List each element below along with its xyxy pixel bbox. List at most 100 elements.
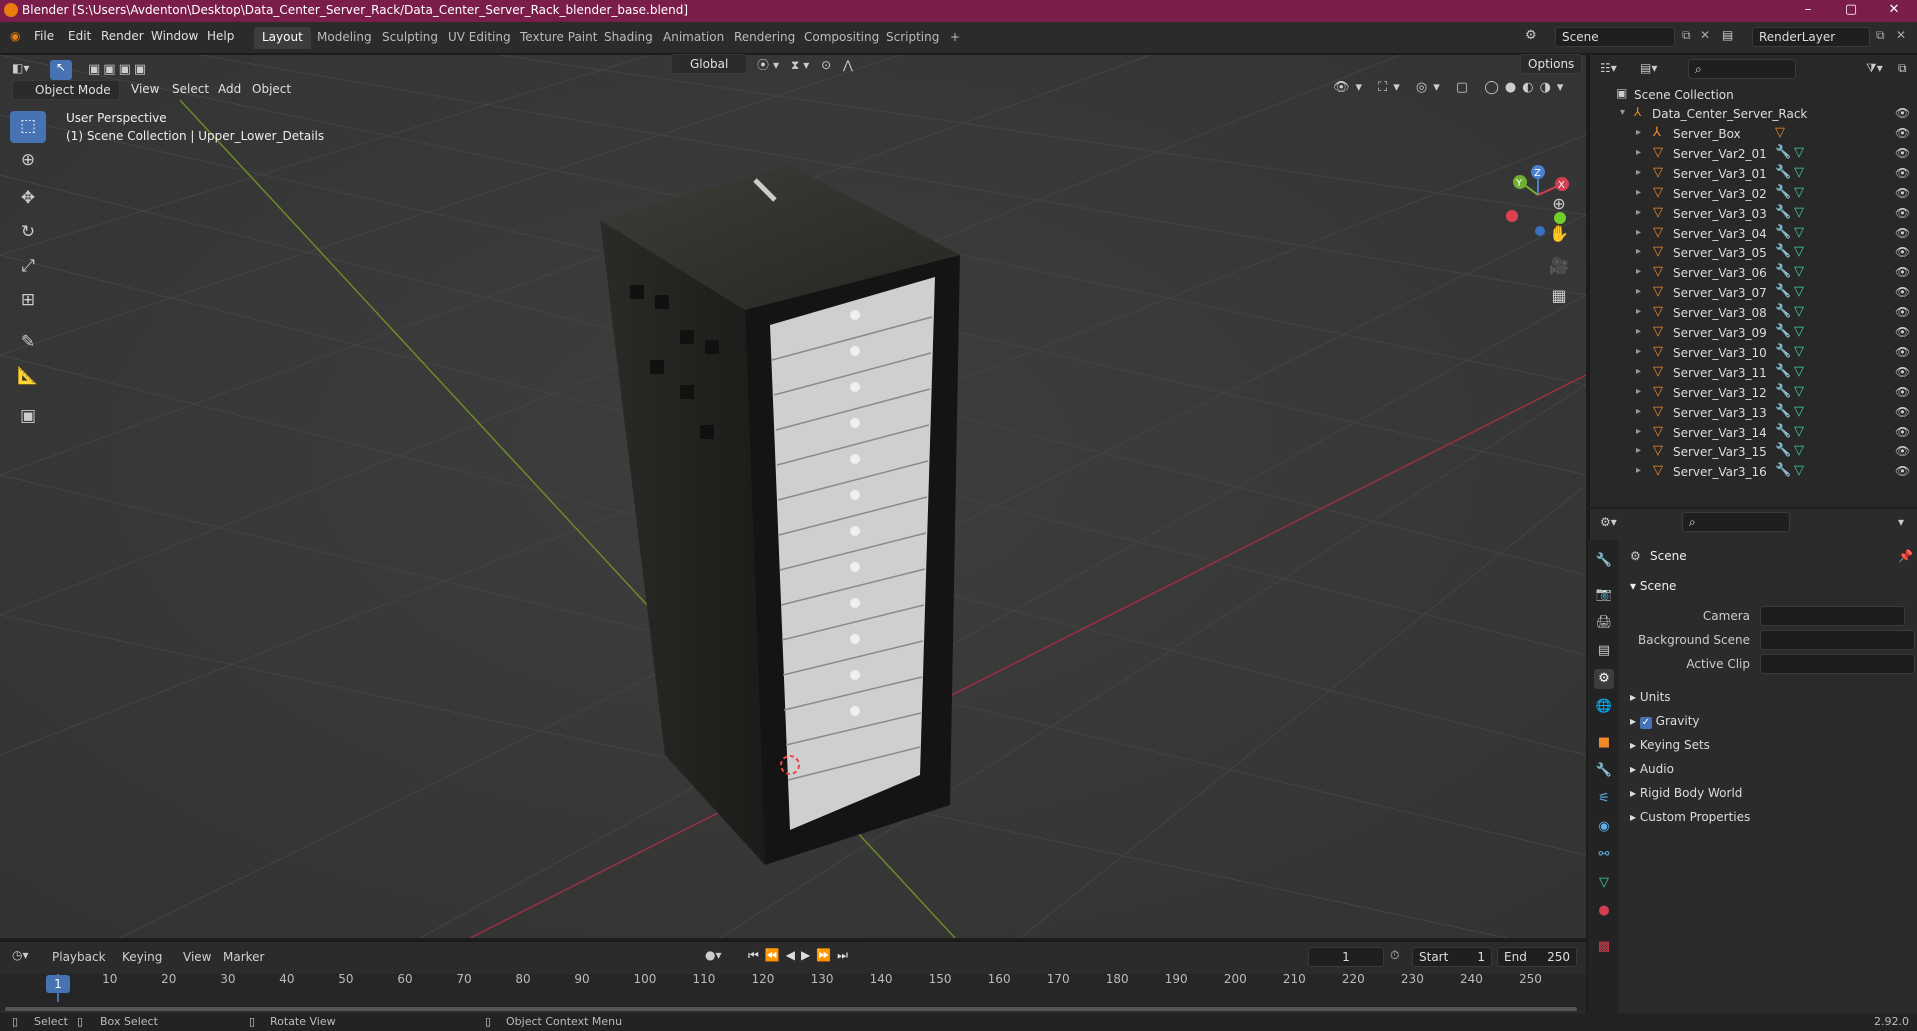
modifier-wrench-icon[interactable]: 🔧	[1775, 404, 1791, 419]
expand-chevron-icon[interactable]: ▸	[1636, 227, 1641, 238]
mesh-data-icon[interactable]: ▽	[1794, 463, 1804, 478]
annotate-tool-icon[interactable]: ✎	[10, 327, 46, 359]
visibility-eye-icon[interactable]: 👁	[1895, 325, 1910, 339]
camera-view-icon[interactable]: 🎥	[1545, 252, 1573, 280]
display-mode-icon[interactable]: ▤▾	[1640, 61, 1657, 75]
menu-help[interactable]: Help	[207, 29, 234, 43]
start-frame-field[interactable]: Start 1	[1412, 947, 1492, 967]
modifier-wrench-icon[interactable]: 🔧	[1775, 185, 1791, 200]
outliner-row[interactable]: ▸ ▽ Server_Var3_09 🔧 ▽ 👁	[1590, 323, 1917, 343]
outliner-row[interactable]: ▸ ▽ Server_Var3_12 🔧 ▽ 👁	[1590, 383, 1917, 403]
visibility-eye-icon[interactable]: 👁	[1895, 126, 1910, 140]
minimize-button[interactable]: –	[1785, 0, 1831, 22]
expand-chevron-icon[interactable]: ▸	[1636, 386, 1641, 397]
viewport-shading-icons[interactable]: 👁▾ ⛶▾ ◎▾ ▢ ◯●◐◑▾	[1333, 80, 1569, 95]
workspace-tab-modeling[interactable]: Modeling	[309, 27, 380, 49]
expand-chevron-icon[interactable]: ▸	[1636, 246, 1641, 257]
scene-name-field[interactable]: Scene	[1555, 27, 1675, 47]
expand-chevron-icon[interactable]: ▸	[1636, 306, 1641, 317]
audio-section[interactable]: ▸ Audio	[1630, 762, 1674, 776]
preview-range-icon[interactable]: ⏱	[1390, 948, 1399, 963]
modifier-wrench-icon[interactable]: 🔧	[1775, 225, 1791, 240]
visibility-eye-icon[interactable]: 👁	[1895, 405, 1910, 419]
timeline-menu-marker[interactable]: Marker	[223, 950, 264, 964]
modifier-wrench-icon[interactable]: 🔧	[1775, 364, 1791, 379]
expand-chevron-icon[interactable]: ▸	[1636, 147, 1641, 158]
end-frame-field[interactable]: End 250	[1497, 947, 1577, 967]
workspace-tab-shading[interactable]: Shading	[596, 27, 661, 49]
menu-render[interactable]: Render	[101, 29, 144, 43]
timeline-menu-view[interactable]: View	[183, 950, 211, 964]
keying-sets-section[interactable]: ▸ Keying Sets	[1630, 738, 1710, 752]
mesh-data-icon[interactable]: ▽	[1794, 225, 1804, 240]
render-tab-icon[interactable]: 📷	[1594, 585, 1614, 605]
outliner-row[interactable]: ▸ ⅄ Server_Box ▽ 👁	[1590, 124, 1917, 144]
outliner-row[interactable]: ▸ ▽ Server_Var3_10 🔧 ▽ 👁	[1590, 343, 1917, 363]
menu-file[interactable]: File	[34, 29, 54, 43]
expand-chevron-icon[interactable]: ▸	[1636, 426, 1641, 437]
visibility-eye-icon[interactable]: 👁	[1895, 245, 1910, 259]
custom-properties-section[interactable]: ▸ Custom Properties	[1630, 810, 1750, 824]
modifier-tab-icon[interactable]: 🔧	[1594, 761, 1614, 781]
mesh-data-icon[interactable]: ▽	[1794, 384, 1804, 399]
expand-chevron-icon[interactable]: ▾	[1620, 107, 1625, 118]
options-dropdown[interactable]: Options	[1520, 54, 1582, 74]
workspace-tab-layout[interactable]: Layout	[254, 27, 311, 49]
pin-icon[interactable]: 📌	[1898, 549, 1913, 563]
visibility-eye-icon[interactable]: 👁	[1895, 146, 1910, 160]
properties-search-field[interactable]: ⌕	[1682, 512, 1790, 532]
workspace-tab-rendering[interactable]: Rendering	[726, 27, 803, 49]
new-collection-icon[interactable]: ⧉	[1898, 61, 1907, 76]
visibility-eye-icon[interactable]: 👁	[1895, 385, 1910, 399]
menu-window[interactable]: Window	[151, 29, 198, 43]
properties-editor-type-icon[interactable]: ⚙▾	[1600, 515, 1617, 529]
scene-panel-header[interactable]: ▾ Scene	[1630, 579, 1676, 593]
expand-chevron-icon[interactable]: ▸	[1636, 286, 1641, 297]
modifier-wrench-icon[interactable]: 🔧	[1775, 443, 1791, 458]
transform-orientation-dropdown[interactable]: Global	[671, 54, 747, 74]
visibility-eye-icon[interactable]: 👁	[1895, 285, 1910, 299]
modifier-wrench-icon[interactable]: 🔧	[1775, 344, 1791, 359]
mesh-data-icon[interactable]: ▽	[1794, 443, 1804, 458]
visibility-eye-icon[interactable]: 👁	[1895, 365, 1910, 379]
mesh-data-icon[interactable]: ▽	[1794, 244, 1804, 259]
outliner-row[interactable]: ▸ ▽ Server_Var3_15 🔧 ▽ 👁	[1590, 442, 1917, 462]
expand-chevron-icon[interactable]: ▸	[1636, 187, 1641, 198]
delete-view-layer-icon[interactable]: ✕	[1896, 28, 1906, 42]
visibility-eye-icon[interactable]: 👁	[1895, 186, 1910, 200]
particles-tab-icon[interactable]: ⚟	[1594, 789, 1614, 809]
properties-options-icon[interactable]: ▾	[1898, 515, 1904, 529]
ortho-grid-icon[interactable]: ▦	[1545, 282, 1573, 310]
camera-field[interactable]	[1760, 606, 1905, 626]
new-view-layer-icon[interactable]: ⧉	[1876, 28, 1885, 43]
outliner-row[interactable]: ▸ ▽ Server_Var3_01 🔧 ▽ 👁	[1590, 164, 1917, 184]
modifier-wrench-icon[interactable]: 🔧	[1775, 205, 1791, 220]
expand-chevron-icon[interactable]: ▸	[1636, 266, 1641, 277]
playback-controls-icons[interactable]: ⏮⏪◀▶⏩⏭	[748, 948, 854, 963]
view-layer-tab-icon[interactable]: ▤	[1594, 641, 1614, 661]
active-clip-field[interactable]	[1760, 654, 1915, 674]
gravity-checkbox[interactable]: ✓	[1639, 717, 1652, 729]
maximize-button[interactable]: ▢	[1828, 0, 1874, 22]
expand-chevron-icon[interactable]: ▸	[1636, 346, 1641, 357]
outliner-row[interactable]: ▸ ▽ Server_Var3_13 🔧 ▽ 👁	[1590, 403, 1917, 423]
visibility-eye-icon[interactable]: 👁	[1895, 226, 1910, 240]
expand-chevron-icon[interactable]: ▸	[1636, 366, 1641, 377]
view-layer-icon[interactable]: ▤	[1722, 28, 1733, 42]
workspace-tab-scripting[interactable]: Scripting	[878, 27, 947, 49]
visibility-eye-icon[interactable]: 👁	[1895, 464, 1910, 478]
viewport-menu-view[interactable]: View	[131, 82, 159, 96]
mesh-data-icon[interactable]: ▽	[1794, 364, 1804, 379]
outliner-editor-type-icon[interactable]: ☷▾	[1600, 61, 1617, 75]
outliner-row[interactable]: ▸ ▽ Server_Var3_04 🔧 ▽ 👁	[1590, 224, 1917, 244]
menu-edit[interactable]: Edit	[68, 29, 91, 43]
mesh-data-icon[interactable]: ▽	[1794, 324, 1804, 339]
outliner-row[interactable]: ▸ ▽ Server_Var3_05 🔧 ▽ 👁	[1590, 243, 1917, 263]
mesh-data-icon[interactable]: ▽	[1794, 165, 1804, 180]
modifier-wrench-icon[interactable]: 🔧	[1775, 145, 1791, 160]
outliner-row[interactable]: ▸ ▽ Server_Var3_02 🔧 ▽ 👁	[1590, 184, 1917, 204]
scene-selector-icon[interactable]: ⚙	[1525, 28, 1537, 43]
constraints-tab-icon[interactable]: ⚯	[1594, 845, 1614, 865]
modifier-wrench-icon[interactable]: 🔧	[1775, 463, 1791, 478]
timeline-scrollbar[interactable]	[5, 1007, 1577, 1011]
